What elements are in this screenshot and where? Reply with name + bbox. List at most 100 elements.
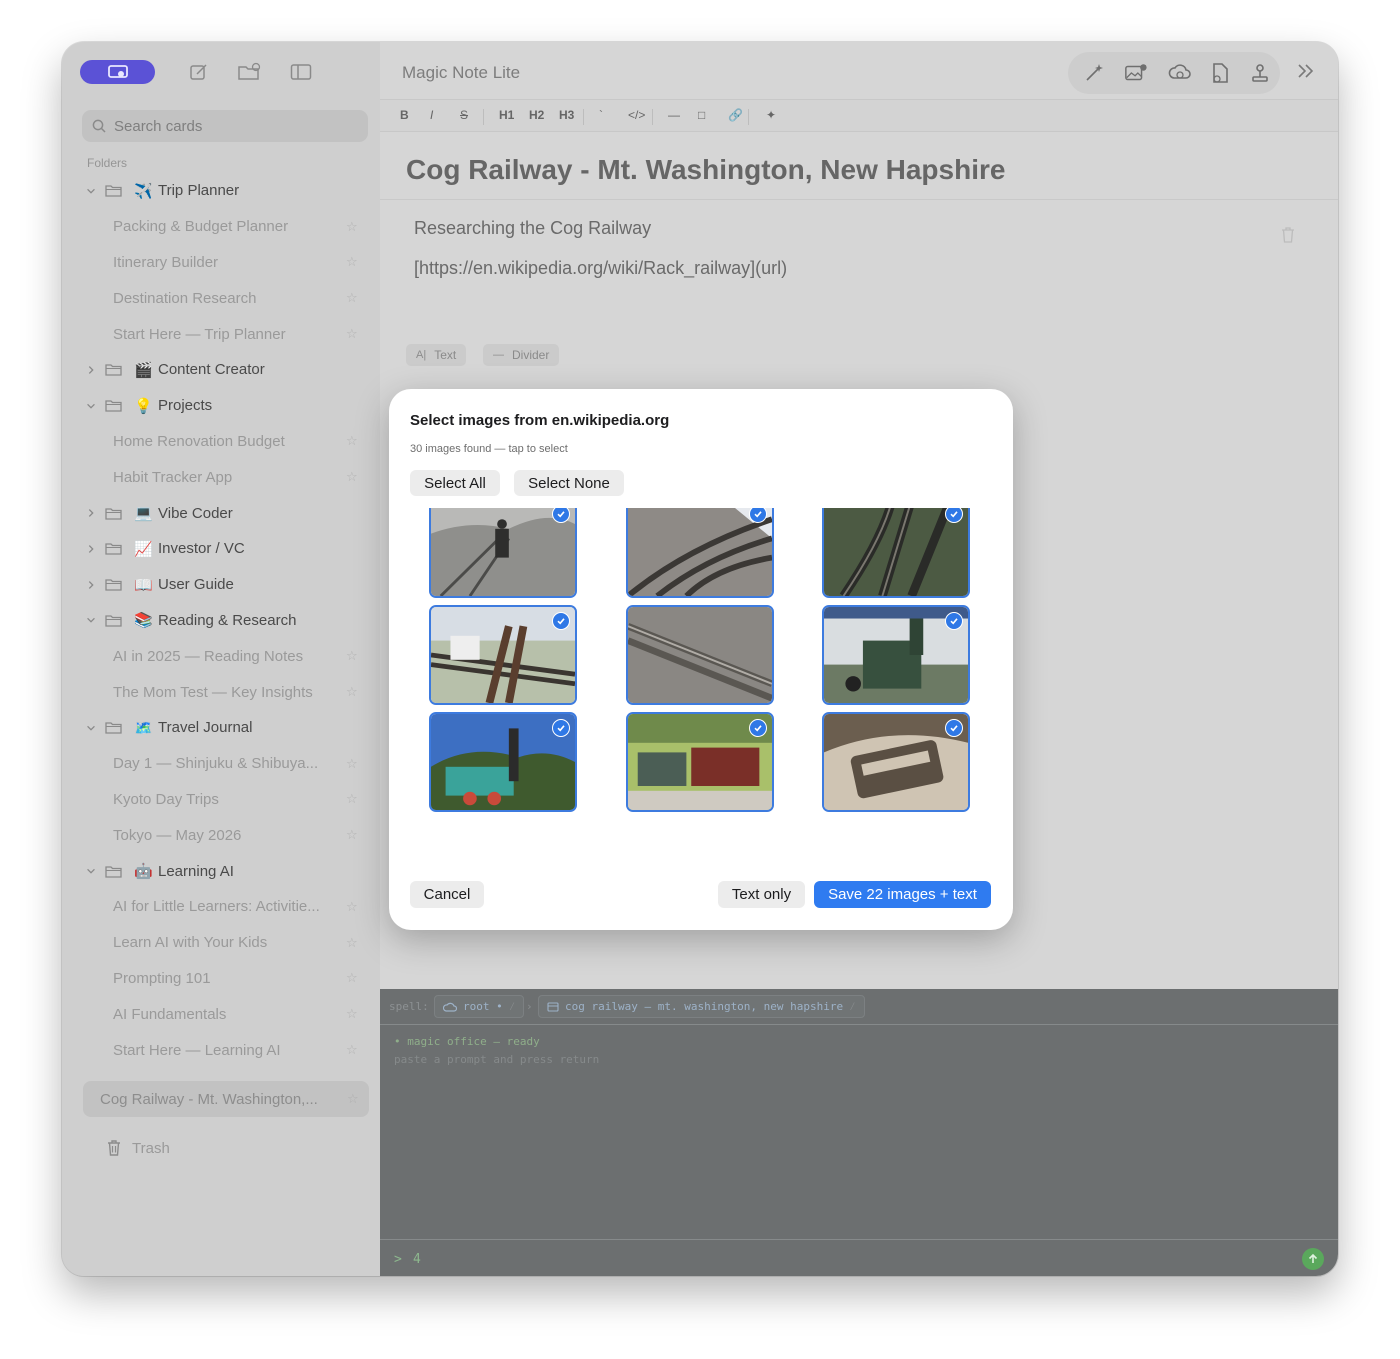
folder-item[interactable]: 💡 Projects — [62, 388, 380, 424]
path-chip[interactable]: cog railway — mt. washington, new hapshi… — [538, 995, 865, 1018]
italic-button[interactable]: I — [430, 108, 433, 122]
folder-item[interactable]: 📖 User Guide — [62, 567, 380, 603]
star-icon[interactable]: ☆ — [346, 899, 358, 915]
folder-item[interactable]: 🤖 Learning AI — [62, 853, 380, 889]
new-note-button[interactable] — [187, 60, 211, 84]
star-icon[interactable]: ☆ — [346, 791, 358, 807]
note-item[interactable]: The Mom Test — Key Insights ☆ — [62, 674, 380, 710]
chevron-down-icon[interactable] — [84, 613, 98, 627]
note-item[interactable]: Itinerary Builder ☆ — [62, 245, 380, 281]
star-icon[interactable]: ☆ — [346, 1006, 358, 1022]
export-doc-button[interactable] — [1208, 61, 1232, 85]
star-icon[interactable]: ☆ — [347, 1091, 359, 1107]
strikethrough-button[interactable]: S — [460, 108, 468, 122]
bold-button[interactable]: B — [400, 108, 409, 122]
star-icon[interactable]: ☆ — [346, 254, 358, 270]
folder-item[interactable]: ✈️ Trip Planner — [62, 173, 380, 209]
star-icon[interactable]: ☆ — [346, 756, 358, 772]
checkbox-button[interactable]: □ — [698, 108, 705, 122]
toggle-sidebar-button[interactable] — [289, 60, 313, 84]
note-item[interactable]: Destination Research ☆ — [62, 280, 380, 316]
link-cloud-button[interactable] — [1168, 61, 1192, 85]
chevron-right-icon[interactable] — [84, 542, 98, 556]
inline-code-button[interactable]: ` — [599, 108, 603, 122]
delete-block-icon[interactable] — [1280, 226, 1296, 244]
insert-text-chip[interactable]: A| Text — [406, 344, 467, 366]
star-icon[interactable]: ☆ — [346, 219, 358, 235]
image-thumbnail[interactable] — [626, 712, 774, 812]
ai-assist-button[interactable]: ✦ — [766, 108, 776, 122]
magic-wand-button[interactable] — [1082, 61, 1106, 85]
publish-button[interactable] — [1248, 61, 1272, 85]
note-item[interactable]: Tokyo — May 2026 ☆ — [62, 817, 380, 853]
select-none-button[interactable]: Select None — [514, 470, 624, 496]
cancel-button[interactable]: Cancel — [410, 881, 484, 908]
star-icon[interactable]: ☆ — [346, 469, 358, 485]
document-text-line[interactable]: Researching the Cog Railway — [414, 218, 651, 239]
note-item[interactable]: AI Fundamentals ☆ — [62, 996, 380, 1032]
star-icon[interactable]: ☆ — [346, 827, 358, 843]
note-item[interactable]: Learn AI with Your Kids ☆ — [62, 925, 380, 961]
star-icon[interactable]: ☆ — [346, 1042, 358, 1058]
note-item[interactable]: Day 1 — Shinjuku & Shibuya... ☆ — [62, 746, 380, 782]
terminal-input[interactable]: 4 — [413, 1252, 421, 1267]
root-chip[interactable]: root • ⁄ — [434, 995, 525, 1018]
chevron-down-icon[interactable] — [84, 184, 98, 198]
chevron-down-icon[interactable] — [84, 399, 98, 413]
image-thumbnail[interactable] — [429, 712, 577, 812]
image-thumbnail[interactable] — [822, 605, 970, 705]
send-button[interactable] — [1302, 1248, 1324, 1270]
search-box[interactable] — [82, 110, 368, 142]
text-only-button[interactable]: Text only — [718, 881, 805, 908]
chevron-right-icon[interactable] — [84, 578, 98, 592]
select-all-button[interactable]: Select All — [410, 470, 500, 496]
trash-item[interactable]: Trash — [106, 1139, 170, 1157]
note-item[interactable]: Kyoto Day Trips ☆ — [62, 782, 380, 818]
folder-item[interactable]: 💻 Vibe Coder — [62, 495, 380, 531]
search-input[interactable] — [114, 117, 354, 135]
star-icon[interactable]: ☆ — [346, 970, 358, 986]
star-icon[interactable]: ☆ — [346, 684, 358, 700]
insert-divider-chip[interactable]: — Divider — [483, 344, 560, 366]
star-icon[interactable]: ☆ — [346, 648, 358, 664]
note-item[interactable]: AI for Little Learners: Activitie... ☆ — [62, 889, 380, 925]
star-icon[interactable]: ☆ — [346, 326, 358, 342]
image-thumbnail[interactable] — [626, 605, 774, 705]
folder-item[interactable]: 📚 Reading & Research — [62, 603, 380, 639]
image-thumbnail[interactable] — [429, 508, 577, 598]
image-thumbnail[interactable] — [626, 508, 774, 598]
new-folder-button[interactable] — [237, 60, 261, 84]
chevron-right-icon[interactable] — [84, 363, 98, 377]
save-images-button[interactable]: Save 22 images + text — [814, 881, 991, 908]
star-icon[interactable]: ☆ — [346, 935, 358, 951]
selected-note-item[interactable]: Cog Railway - Mt. Washington,... ☆ — [83, 1081, 369, 1117]
image-grid[interactable] — [429, 508, 974, 872]
note-item[interactable]: Prompting 101 ☆ — [62, 961, 380, 997]
chevron-down-icon[interactable] — [84, 721, 98, 735]
image-thumbnail[interactable] — [822, 712, 970, 812]
note-item[interactable]: Habit Tracker App ☆ — [62, 459, 380, 495]
chevron-right-icon[interactable] — [84, 506, 98, 520]
folder-item[interactable]: 🗺️ Travel Journal — [62, 710, 380, 746]
chevron-down-icon[interactable] — [84, 864, 98, 878]
insert-image-button[interactable] — [1124, 61, 1148, 85]
note-item[interactable]: Packing & Budget Planner ☆ — [62, 209, 380, 245]
library-toggle-button[interactable] — [80, 60, 155, 84]
document-link-line[interactable]: [https://en.wikipedia.org/wiki/Rack_rail… — [414, 258, 787, 279]
image-thumbnail[interactable] — [429, 605, 577, 705]
code-block-button[interactable]: </> — [628, 108, 645, 122]
folder-item[interactable]: 🎬 Content Creator — [62, 352, 380, 388]
heading2-button[interactable]: H2 — [529, 108, 544, 122]
divider-button[interactable]: — — [668, 108, 680, 122]
heading3-button[interactable]: H3 — [559, 108, 574, 122]
link-button[interactable]: 🔗 — [728, 108, 743, 122]
star-icon[interactable]: ☆ — [346, 290, 358, 306]
expand-panel-button[interactable] — [1294, 59, 1318, 83]
document-title[interactable]: Cog Railway - Mt. Washington, New Hapshi… — [406, 154, 1005, 186]
note-item[interactable]: Start Here — Trip Planner ☆ — [62, 316, 380, 352]
note-item[interactable]: Start Here — Learning AI ☆ — [62, 1032, 380, 1068]
star-icon[interactable]: ☆ — [346, 433, 358, 449]
note-item[interactable]: Home Renovation Budget ☆ — [62, 424, 380, 460]
image-thumbnail[interactable] — [822, 508, 970, 598]
note-item[interactable]: AI in 2025 — Reading Notes ☆ — [62, 638, 380, 674]
